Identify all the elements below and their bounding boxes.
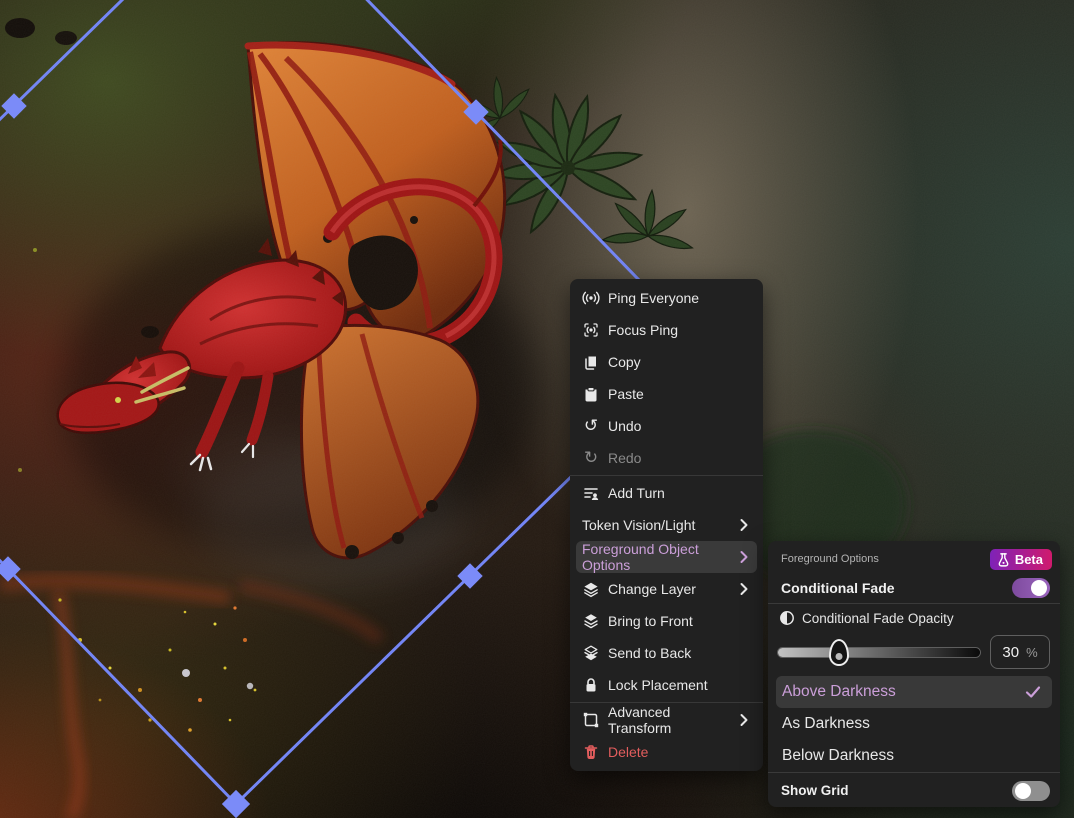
chevron-right-icon	[737, 582, 751, 596]
menu-item-label: Undo	[608, 418, 641, 434]
menu-item-label: Redo	[608, 450, 641, 466]
menu-item-label: Focus Ping	[608, 322, 678, 338]
opacity-label: Conditional Fade Opacity	[802, 611, 954, 626]
option-below-darkness[interactable]: Below Darkness	[776, 740, 1052, 772]
trash-icon	[582, 743, 600, 761]
menu-item-undo[interactable]: ↺ Undo	[576, 410, 757, 442]
show-grid-toggle[interactable]	[1012, 781, 1050, 801]
layers-icon	[582, 580, 600, 598]
flask-icon	[996, 552, 1011, 567]
menu-item-label: Lock Placement	[608, 677, 708, 693]
menu-item-label: Ping Everyone	[608, 290, 699, 306]
menu-item-lock-placement[interactable]: Lock Placement	[576, 669, 757, 701]
menu-divider	[570, 475, 763, 476]
opacity-slider-thumb[interactable]	[829, 639, 849, 666]
chevron-right-icon	[737, 550, 751, 564]
menu-item-ping-everyone[interactable]: Ping Everyone	[576, 282, 757, 314]
opacity-slider-track[interactable]	[778, 648, 980, 657]
lock-icon	[582, 676, 600, 694]
menu-item-label: Copy	[608, 354, 641, 370]
focus-ping-icon	[582, 321, 600, 339]
conditional-fade-row: Conditional Fade	[768, 573, 1060, 603]
menu-item-label: Add Turn	[608, 485, 665, 501]
menu-item-foreground-object-options[interactable]: Foreground Object Options	[576, 541, 757, 573]
copy-icon	[582, 353, 600, 371]
foreground-options-panel: Foreground Options Beta Conditional Fade…	[768, 541, 1060, 807]
menu-item-label: Foreground Object Options	[582, 541, 729, 573]
redo-icon: ↻	[582, 449, 600, 467]
vtt-canvas[interactable]: Ping Everyone Focus Ping Copy Paste ↺ Un…	[0, 0, 1074, 818]
menu-item-label: Token Vision/Light	[582, 517, 695, 533]
menu-item-delete[interactable]: Delete	[576, 736, 757, 768]
opacity-value-input[interactable]: 30 %	[990, 635, 1050, 669]
menu-item-label: Paste	[608, 386, 644, 402]
send-to-back-icon	[582, 644, 600, 662]
menu-item-copy[interactable]: Copy	[576, 346, 757, 378]
opacity-unit: %	[1026, 645, 1038, 660]
bring-to-front-icon	[582, 612, 600, 630]
menu-item-focus-ping[interactable]: Focus Ping	[576, 314, 757, 346]
panel-divider	[768, 772, 1060, 773]
beta-badge-label: Beta	[1015, 552, 1043, 567]
option-label: Above Darkness	[782, 683, 896, 701]
chevron-right-icon	[737, 713, 751, 727]
menu-item-add-turn[interactable]: Add Turn	[576, 477, 757, 509]
panel-title: Foreground Options	[781, 553, 879, 565]
show-grid-label: Show Grid	[781, 783, 849, 798]
menu-item-label: Send to Back	[608, 645, 691, 661]
menu-item-bring-to-front[interactable]: Bring to Front	[576, 605, 757, 637]
menu-item-send-to-back[interactable]: Send to Back	[576, 637, 757, 669]
toggle-knob	[1031, 580, 1047, 596]
toggle-knob	[1015, 783, 1031, 799]
paste-icon	[582, 385, 600, 403]
menu-item-label: Change Layer	[608, 581, 696, 597]
undo-icon: ↺	[582, 417, 600, 435]
option-label: As Darkness	[782, 715, 870, 733]
opacity-slider-row: 30 %	[768, 632, 1060, 672]
menu-item-label: Advanced Transform	[608, 704, 729, 736]
menu-item-label: Bring to Front	[608, 613, 693, 629]
menu-item-token-vision-light[interactable]: Token Vision/Light	[576, 509, 757, 541]
panel-header: Foreground Options Beta	[768, 541, 1060, 573]
opacity-icon	[779, 610, 795, 626]
ping-icon	[582, 289, 600, 307]
option-above-darkness[interactable]: Above Darkness	[776, 676, 1052, 708]
context-menu: Ping Everyone Focus Ping Copy Paste ↺ Un…	[570, 279, 763, 771]
menu-item-redo[interactable]: ↻ Redo	[576, 442, 757, 474]
menu-item-change-layer[interactable]: Change Layer	[576, 573, 757, 605]
option-as-darkness[interactable]: As Darkness	[776, 708, 1052, 740]
opacity-label-row: Conditional Fade Opacity	[768, 604, 1060, 632]
option-label: Below Darkness	[782, 747, 894, 765]
show-grid-row: Show Grid	[768, 774, 1060, 807]
add-turn-icon	[582, 484, 600, 502]
chevron-right-icon	[737, 518, 751, 532]
menu-item-paste[interactable]: Paste	[576, 378, 757, 410]
transform-icon	[582, 711, 600, 729]
menu-item-label: Delete	[608, 744, 648, 760]
check-icon	[1024, 683, 1046, 701]
conditional-fade-toggle[interactable]	[1012, 578, 1050, 598]
beta-badge: Beta	[990, 549, 1052, 570]
menu-divider	[570, 702, 763, 703]
opacity-value: 30	[1002, 644, 1019, 661]
darkness-options-list: Above Darkness As Darkness Below Darknes…	[768, 676, 1060, 772]
menu-item-advanced-transform[interactable]: Advanced Transform	[576, 704, 757, 736]
conditional-fade-label: Conditional Fade	[781, 580, 895, 596]
